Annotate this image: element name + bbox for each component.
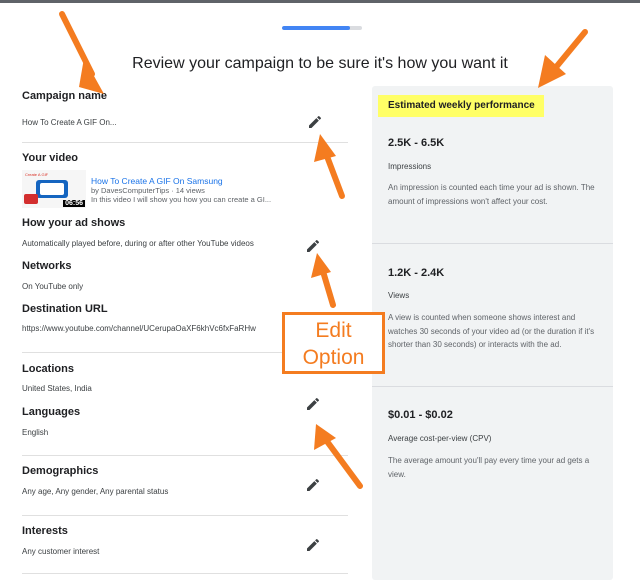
destination-url-title: Destination URL [22,303,108,315]
top-bar [0,0,640,3]
edit-demographics-button[interactable] [305,477,321,493]
callout-line-2: Option [302,346,365,369]
cpv-label: Average cost-per-view (CPV) [388,434,492,443]
demographics-title: Demographics [22,465,99,477]
edit-ad-shows-button[interactable] [305,238,321,254]
divider [22,455,348,456]
pencil-icon [307,478,320,491]
impressions-label: Impressions [388,162,432,171]
pencil-icon [309,115,322,128]
edit-interests-button[interactable] [305,537,321,553]
progress-bar [282,26,362,30]
panel-divider [372,243,613,244]
divider [22,573,348,574]
destination-url-value: https://www.youtube.com/channel/UCerupaO… [22,324,256,333]
impressions-value: 2.5K - 6.5K [388,137,445,149]
page-title: Review your campaign to be sure it's how… [132,55,508,72]
video-duration: 06:56 [63,200,85,207]
ad-shows-value: Automatically played before, during or a… [22,239,254,248]
arrow-edit-shows [319,265,336,308]
ad-shows-title: How your ad shows [22,217,126,229]
arrow-edit-targeting [323,437,363,489]
edit-targeting-button[interactable] [305,396,321,412]
views-value: 1.2K - 2.4K [388,267,445,279]
demographics-value: Any age, Any gender, Any parental status [22,487,169,496]
arrow-head [311,253,331,278]
edit-option-callout: Edit Option [282,312,385,374]
arrow-head [314,424,336,450]
networks-title: Networks [22,260,72,272]
campaign-name-title: Campaign name [22,90,107,102]
panel-divider [372,386,613,387]
cpv-value: $0.01 - $0.02 [388,409,453,421]
progress-fill [282,26,350,30]
impressions-description: An impression is counted each time your … [388,183,595,206]
interests-title: Interests [22,525,68,537]
networks-value: On YouTube only [22,282,84,291]
divider [22,142,348,143]
languages-title: Languages [22,406,81,418]
phone-graphic [36,180,68,198]
arrow-edit-name [322,148,345,199]
video-meta: by DavesComputerTips · 14 views [91,186,205,195]
views-label: Views [388,291,410,300]
pencil-icon [307,239,320,252]
arrow-head [314,134,336,162]
locations-value: United States, India [22,384,92,393]
pencil-icon [307,538,320,551]
edit-campaign-name-button[interactable] [307,114,323,130]
thumbnail-caption: Create A GIF [25,172,49,177]
video-title-link[interactable]: How To Create A GIF On Samsung [91,176,223,186]
locations-title: Locations [22,363,74,375]
cpv-description: The average amount you'll pay every time… [388,456,590,479]
callout-line-1: Edit [315,319,352,342]
performance-header: Estimated weekly performance [388,100,535,111]
logo-graphic [24,194,38,204]
your-video-title: Your video [22,152,79,164]
video-description: In this video I will show you how you ca… [91,195,272,204]
pencil-icon [307,397,320,410]
divider [22,515,348,516]
campaign-name-value: How To Create A GIF On... [22,118,117,127]
languages-value: English [22,428,49,437]
views-description: A view is counted when someone shows int… [388,313,595,349]
video-thumbnail[interactable]: Create A GIF 06:56 [22,170,86,208]
interests-value: Any customer interest [22,547,100,556]
